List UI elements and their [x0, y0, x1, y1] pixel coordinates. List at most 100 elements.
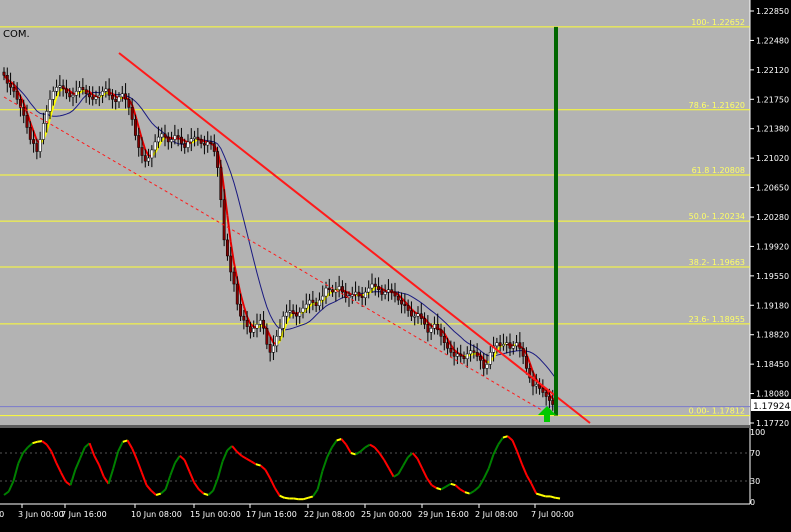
time-axis: 00 3 Jun 00:007 Jun 16:00 10 Jun 08:00 15 J…: [0, 504, 574, 519]
candle-body: [81, 87, 85, 90]
candle-body: [469, 350, 473, 355]
fib-level-label: 61.8 1.20808: [692, 166, 745, 175]
candle-body: [268, 344, 272, 353]
candle-body: [252, 327, 256, 333]
candle-body: [324, 287, 328, 297]
candle-body: [176, 135, 180, 138]
price-tick-label: 1.21020: [756, 154, 789, 163]
candle-body: [41, 123, 45, 140]
candle-body: [298, 311, 302, 317]
candle-body: [110, 95, 114, 100]
oscillator-segment: [350, 452, 356, 456]
candle-body: [278, 327, 282, 337]
candle-body: [449, 348, 453, 353]
time-tick-label: 7 Jun 16:00: [61, 510, 107, 519]
candle-body: [232, 271, 236, 285]
candle-body: [393, 291, 397, 297]
time-tick-label: 17 Jun 16:00: [246, 510, 297, 519]
candle-body: [219, 167, 223, 200]
time-tick-label: 10 Jun 08:00: [131, 510, 182, 519]
candle-body: [2, 71, 6, 76]
oscillator-segment: [550, 495, 556, 499]
oscillator-segment: [450, 482, 456, 487]
candle-body: [140, 147, 144, 156]
price-chart[interactable]: 100- 1.22652 78.6- 1.21620 61.8 1.20808 50.…: [0, 0, 791, 532]
oscillator-segment: [293, 497, 299, 501]
candle-body: [495, 342, 499, 347]
candle-body: [488, 352, 492, 365]
candle-body: [524, 356, 528, 369]
candle-body: [48, 99, 52, 112]
candle-body: [153, 141, 157, 151]
candle-body: [235, 283, 239, 305]
price-tick-label: 1.17720: [756, 419, 789, 428]
price-tick-label: 1.19920: [756, 242, 789, 251]
candle-body: [117, 96, 121, 103]
oscillator-segment: [284, 496, 290, 500]
time-tick-label: 2 Jul 08:00: [475, 510, 518, 519]
candle-body: [216, 151, 220, 168]
candle-body: [547, 396, 551, 401]
candle-body: [196, 136, 200, 140]
candle-body: [114, 99, 118, 103]
candle-body: [271, 345, 275, 353]
candle-body: [255, 323, 259, 329]
candle-body: [423, 318, 427, 325]
candle-body: [380, 289, 384, 295]
candle-body: [87, 93, 91, 98]
price-tick-label: 1.18080: [756, 390, 789, 399]
candle-body: [160, 133, 164, 138]
candle-body: [452, 352, 456, 357]
fib-level-label: 78.6- 1.21620: [689, 101, 745, 110]
candle-body: [331, 289, 335, 293]
candle-body: [137, 135, 141, 148]
candle-body: [350, 294, 354, 297]
candle-body: [383, 291, 387, 295]
candle-body: [248, 326, 252, 333]
symbol-label: COM.: [3, 29, 30, 40]
fib-level-label: 38.2- 1.19663: [689, 258, 745, 267]
candle-body: [12, 87, 16, 92]
candle-body: [258, 319, 262, 325]
candle-body: [186, 141, 190, 148]
candle-body: [475, 352, 479, 357]
candle-body: [265, 327, 269, 345]
candle-body: [377, 286, 381, 290]
price-tick-label: 1.19180: [756, 301, 789, 310]
candle-body: [5, 74, 9, 84]
candle-body: [245, 319, 249, 327]
green-range-bar: [554, 26, 558, 416]
candle-body: [363, 291, 367, 298]
candle-body: [403, 303, 407, 306]
oscillator-segment: [32, 440, 38, 445]
oscillator-segment: [303, 496, 309, 501]
candle-body: [301, 307, 305, 313]
price-tick-label: 1.20650: [756, 184, 789, 193]
candle-body: [304, 303, 308, 309]
candle-body: [505, 342, 509, 345]
candle-body: [508, 342, 512, 349]
oscillator-segment: [37, 440, 43, 443]
candle-body: [209, 141, 213, 144]
candle-body: [199, 139, 203, 144]
candle-body: [22, 107, 26, 116]
oscillator-tick-label: 0: [750, 498, 755, 507]
current-price-label: 1.17924: [753, 402, 790, 412]
candle-body: [163, 133, 167, 138]
candle-body: [91, 96, 95, 100]
candle-body: [202, 143, 206, 146]
candle-body: [127, 99, 131, 108]
candle-body: [130, 107, 134, 120]
candle-body: [101, 91, 105, 96]
candle-body: [38, 139, 42, 152]
candle-body: [212, 143, 216, 152]
fib-level-label: 23.6- 1.18955: [689, 315, 745, 324]
candle-body: [321, 295, 325, 301]
candle-body: [534, 384, 538, 387]
price-tick-label: 1.22850: [756, 7, 789, 16]
time-tick-label: 3 Jun 00:00: [18, 510, 64, 519]
candle-body: [367, 287, 371, 293]
oscillator-segment: [307, 495, 314, 499]
oscillator-segment: [535, 492, 542, 496]
candle-body: [189, 138, 193, 143]
